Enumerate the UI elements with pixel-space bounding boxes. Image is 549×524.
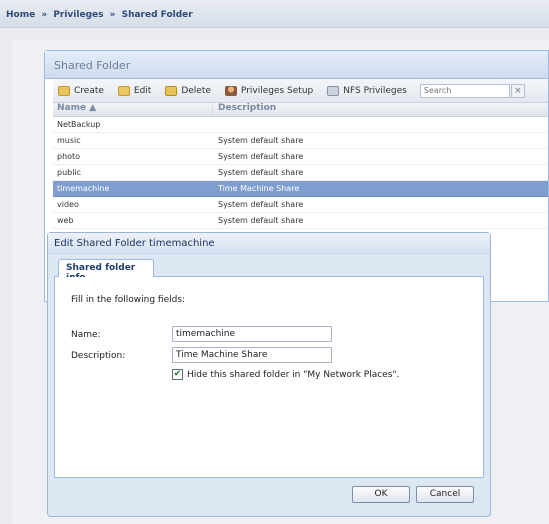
table-row[interactable]: music System default share (53, 133, 548, 149)
clear-icon[interactable]: × (510, 83, 525, 98)
breadcrumb-shared-folder[interactable]: Shared Folder (122, 10, 193, 20)
table-row-selected[interactable]: timemachine Time Machine Share (53, 181, 548, 197)
hide-checkbox-label[interactable]: Hide this shared folder in "My Network P… (187, 370, 399, 380)
row-name: public (57, 168, 82, 177)
row-name: web (57, 216, 74, 225)
delete-button[interactable]: Delete (160, 81, 216, 101)
row-description: System default share (218, 200, 304, 209)
shared-folder-grid: Name ▲ Description NetBackup music Syste… (53, 103, 548, 229)
hide-checkbox[interactable]: ✔ (172, 369, 183, 380)
breadcrumb-privileges[interactable]: Privileges (53, 10, 103, 20)
description-field[interactable] (172, 347, 332, 363)
edit-shared-folder-dialog: Edit Shared Folder timemachine Shared fo… (47, 232, 491, 517)
row-description: Time Machine Share (218, 184, 300, 193)
table-row[interactable]: public System default share (53, 165, 548, 181)
row-description: System default share (218, 216, 304, 225)
nfs-icon (327, 85, 340, 96)
breadcrumb: Home » Privileges » Shared Folder (0, 0, 549, 28)
edit-button[interactable]: Edit (113, 81, 156, 101)
description-label: Description: (71, 351, 126, 361)
breadcrumb-separator: » (109, 10, 116, 20)
create-button[interactable]: Create (53, 81, 109, 101)
grid-header: Name ▲ Description (53, 103, 548, 117)
column-description-header[interactable]: Description (213, 103, 548, 116)
privileges-setup-label: Privileges Setup (240, 85, 314, 96)
row-name: video (57, 200, 79, 209)
breadcrumb-separator: » (41, 10, 48, 20)
user-icon (224, 85, 237, 96)
row-description: System default share (218, 136, 304, 145)
form-hint: Fill in the following fields: (71, 295, 186, 305)
tab-strip: Shared folder info (54, 256, 484, 283)
nfs-privileges-label: NFS Privileges (343, 85, 407, 96)
row-name: NetBackup (57, 120, 101, 129)
column-name-header[interactable]: Name ▲ (53, 103, 213, 116)
folder-add-icon (58, 85, 70, 96)
row-description: System default share (218, 152, 304, 161)
hide-option: ✔ Hide this shared folder in "My Network… (172, 369, 399, 380)
row-name: timemachine (57, 184, 110, 193)
create-label: Create (74, 85, 104, 96)
row-name: music (57, 136, 81, 145)
name-label: Name: (71, 330, 101, 340)
dialog-body: Fill in the following fields: Name: Desc… (54, 277, 484, 478)
tab-shared-folder-info[interactable]: Shared folder info (58, 259, 154, 283)
breadcrumb-home[interactable]: Home (6, 10, 35, 20)
delete-label: Delete (181, 85, 211, 96)
row-name: photo (57, 152, 81, 161)
search-input[interactable] (419, 83, 510, 98)
row-description: System default share (218, 168, 304, 177)
name-field[interactable] (172, 326, 332, 342)
table-row[interactable]: video System default share (53, 197, 548, 213)
edit-label: Edit (133, 85, 152, 96)
folder-edit-icon (117, 85, 130, 96)
panel-title: Shared Folder (45, 51, 548, 79)
search-box: × (419, 83, 525, 98)
table-row[interactable]: photo System default share (53, 149, 548, 165)
privileges-setup-button[interactable]: Privileges Setup (220, 81, 318, 101)
ok-button[interactable]: OK (352, 486, 410, 503)
table-row[interactable]: NetBackup (53, 117, 548, 133)
nfs-privileges-button[interactable]: NFS Privileges (322, 81, 412, 101)
dialog-title[interactable]: Edit Shared Folder timemachine (48, 233, 490, 255)
toolbar: Create Edit Delete Privileges Setup NFS … (53, 79, 548, 103)
folder-delete-icon (165, 85, 178, 96)
cancel-button[interactable]: Cancel (416, 486, 474, 503)
table-row[interactable]: web System default share (53, 213, 548, 229)
